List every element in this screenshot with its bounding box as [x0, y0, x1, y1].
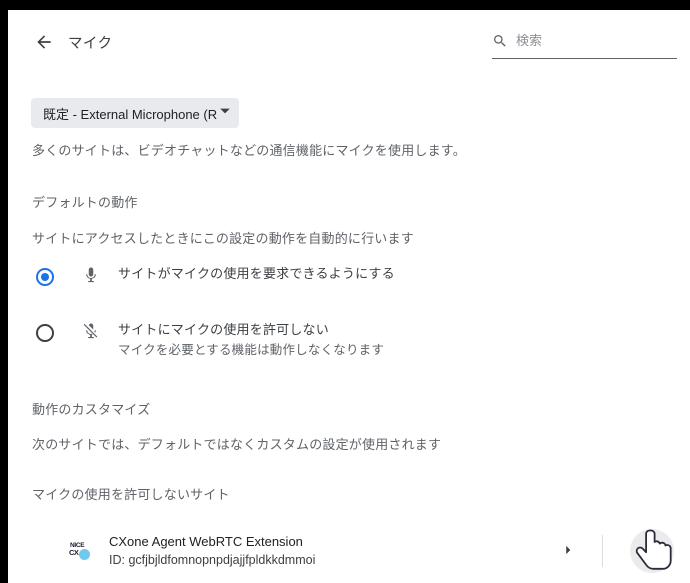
- site-id: ID: gcfjbjldfomnopnpdjajjfpldkkdmmoi: [109, 553, 316, 567]
- blocked-list-title: マイクの使用を許可しないサイト: [32, 487, 230, 502]
- site-favicon: NICE CX: [68, 540, 90, 562]
- delete-site-button[interactable]: [630, 529, 674, 573]
- chevron-down-icon: [219, 104, 231, 122]
- radio-block-indicator[interactable]: [36, 324, 54, 342]
- customized-subtitle: 次のサイトでは、デフォルトではなくカスタムの設定が使用されます: [32, 437, 442, 452]
- radio-allow-texts: サイトがマイクの使用を要求できるようにする: [118, 264, 395, 284]
- radio-allow-label: サイトがマイクの使用を要求できるようにする: [118, 266, 395, 281]
- favicon-accent-dot: [79, 549, 90, 560]
- customized-title: 動作のカスタマイズ: [32, 402, 151, 417]
- default-behavior-subtitle: サイトにアクセスしたときにこの設定の動作を自動的に行います: [32, 231, 414, 246]
- chevron-right-icon[interactable]: [561, 543, 577, 559]
- table-row[interactable]: NICE CX CXone Agent WebRTC Extension ID:…: [8, 519, 690, 583]
- search-input[interactable]: [516, 32, 666, 50]
- microphone-description: 多くのサイトは、ビデオチャットなどの通信機能にマイクを使用します。: [32, 143, 466, 158]
- radio-block-sublabel: マイクを必要とする機能は動作しなくなります: [118, 343, 385, 357]
- radio-option-block[interactable]: サイトにマイクの使用を許可しない マイクを必要とする機能は動作しなくなります: [8, 320, 690, 370]
- mic-icon: [82, 266, 102, 286]
- back-button[interactable]: [29, 27, 59, 57]
- settings-page: マイク 既定 - External Microphone (R: [8, 10, 690, 583]
- radio-allow-indicator[interactable]: [36, 268, 54, 286]
- window-frame: マイク 既定 - External Microphone (R: [0, 0, 690, 583]
- site-name: CXone Agent WebRTC Extension: [109, 534, 303, 549]
- mic-off-icon: [82, 322, 102, 342]
- microphone-device-select[interactable]: 既定 - External Microphone (R: [31, 98, 240, 128]
- search-box[interactable]: [492, 32, 677, 59]
- default-behavior-title: デフォルトの動作: [32, 195, 138, 210]
- site-texts: CXone Agent WebRTC Extension ID: gcfjbjl…: [109, 532, 315, 570]
- page-title: マイク: [68, 36, 113, 52]
- page-header: マイク: [8, 10, 690, 74]
- radio-block-label: サイトにマイクの使用を許可しない: [118, 322, 329, 337]
- radio-block-texts: サイトにマイクの使用を許可しない マイクを必要とする機能は動作しなくなります: [118, 320, 384, 360]
- row-divider: [602, 535, 603, 567]
- search-icon: [492, 33, 508, 49]
- favicon-bottom-text: CX: [69, 548, 79, 557]
- radio-option-allow[interactable]: サイトがマイクの使用を要求できるようにする: [8, 264, 690, 306]
- microphone-device-label: 既定 - External Microphone (R: [43, 106, 218, 122]
